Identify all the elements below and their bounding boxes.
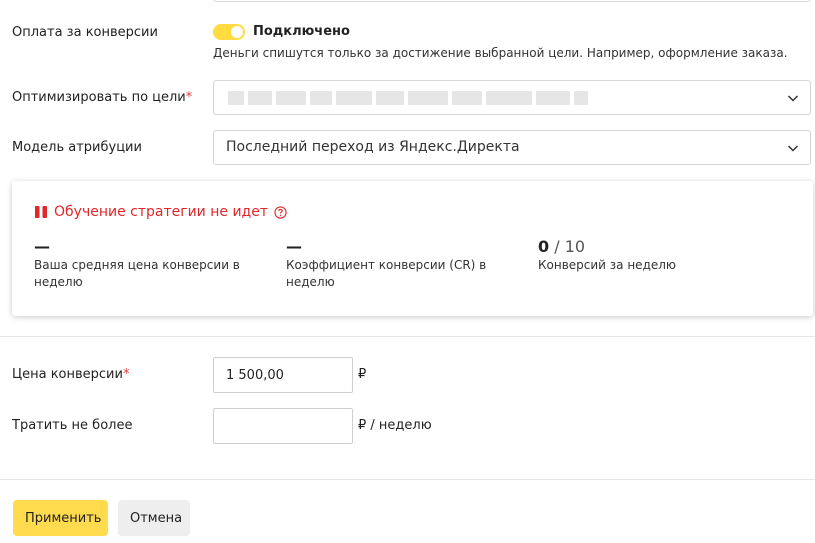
conversion-price-label: Цена конверсии*: [12, 367, 129, 382]
metric-total: / 10: [549, 237, 586, 256]
strategy-settings-form: Оплата за конверсии Подключено Деньги сп…: [0, 0, 815, 543]
attribution-value: Последний переход из Яндекс.Директа: [226, 139, 520, 155]
blurred-goal-value: [228, 91, 588, 105]
strategy-status-title: Обучение стратегии не идет: [34, 204, 287, 220]
conversion-price-label-text: Цена конверсии: [12, 367, 123, 382]
required-mark: *: [122, 367, 130, 382]
attribution-label: Модель атрибуции: [12, 140, 142, 155]
pause-icon: [35, 206, 47, 218]
metric-caption: Конверсий за неделю: [538, 258, 677, 272]
weekly-conversions-metric: 0 / 10 Конверсий за неделю: [538, 237, 788, 274]
chevron-down-icon: [787, 145, 799, 152]
metric-current: 0: [538, 237, 550, 256]
avg-conversion-price-metric: — Ваша средняя цена конверсии в неделю: [34, 237, 264, 291]
spend-limit-label: Тратить не более: [12, 418, 133, 433]
apply-button[interactable]: Применить: [13, 500, 108, 536]
conversion-payment-hint: Деньги спишутся только за достижение выб…: [213, 46, 788, 60]
conversion-payment-toggle[interactable]: [213, 24, 245, 40]
conversion-payment-label: Оплата за конверсии: [12, 25, 158, 40]
required-mark: *: [185, 90, 193, 105]
conversion-price-unit: ₽: [358, 367, 367, 382]
toggle-knob: [231, 26, 243, 38]
toggle-state-label: Подключено: [253, 24, 350, 39]
help-icon[interactable]: [274, 205, 287, 219]
chevron-down-icon: [787, 95, 799, 102]
metric-value: 0 / 10: [538, 237, 788, 257]
conversion-rate-metric: — Коэффициент конверсии (CR) в неделю: [286, 237, 536, 291]
footer-divider: [0, 479, 815, 480]
spend-limit-input[interactable]: [213, 408, 353, 444]
metric-caption: Коэффициент конверсии (CR) в неделю: [286, 258, 487, 289]
strategy-learning-card: Обучение стратегии не идет — Ваша средня…: [12, 181, 813, 316]
cancel-button[interactable]: Отмена: [118, 500, 190, 536]
optimize-goal-select[interactable]: [213, 80, 811, 115]
metric-value: —: [286, 237, 302, 256]
strategy-status-text: Обучение стратегии не идет: [54, 204, 268, 220]
conversion-price-input[interactable]: [213, 357, 353, 393]
spend-limit-unit: ₽ / неделю: [358, 418, 432, 433]
metric-value: —: [34, 237, 50, 256]
optimize-goal-label: Оптимизировать по цели*: [12, 90, 192, 105]
section-divider: [0, 336, 815, 337]
previous-field-edge: [213, 0, 811, 2]
metric-caption: Ваша средняя цена конверсии в неделю: [34, 258, 240, 289]
attribution-select[interactable]: Последний переход из Яндекс.Директа: [213, 130, 811, 165]
optimize-goal-label-text: Оптимизировать по цели: [12, 90, 186, 105]
